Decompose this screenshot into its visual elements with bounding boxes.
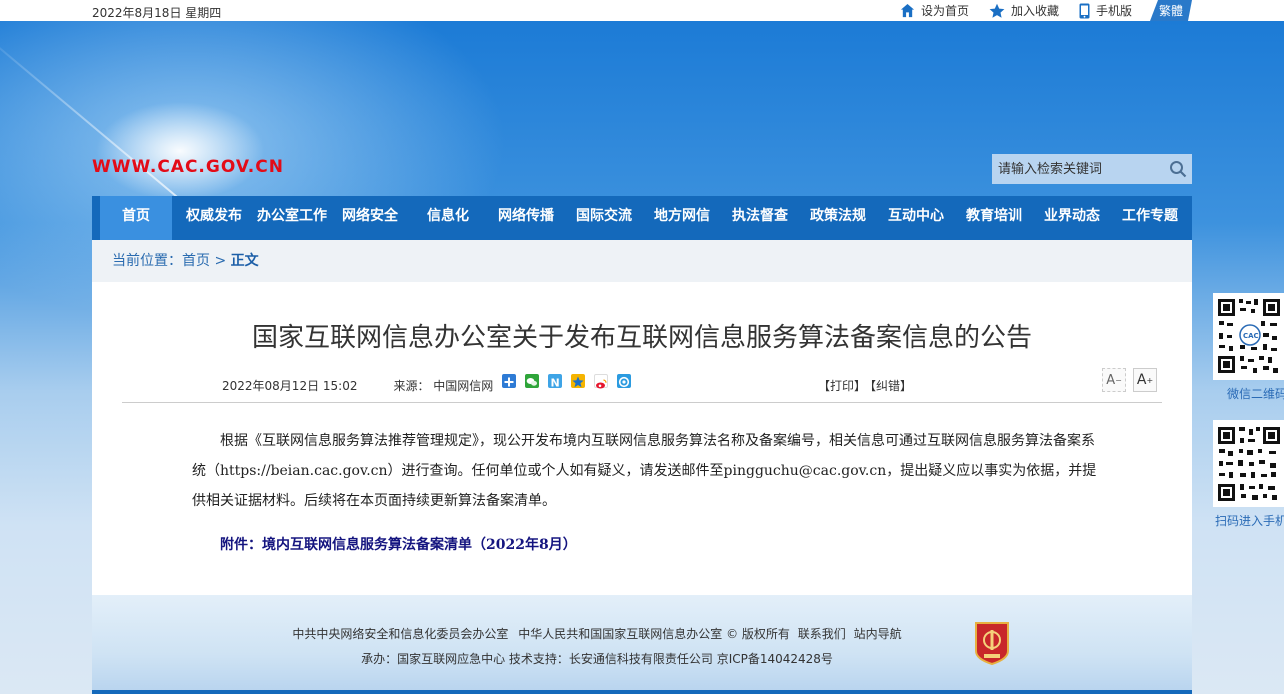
nav-local-cac[interactable]: 地方网信 [640,196,724,236]
breadcrumb-home-link[interactable]: 首页 [182,253,210,269]
svg-text:CAC: CAC [1243,332,1259,340]
renren-share-icon[interactable]: N [548,374,562,390]
top-links: 设为首页 加入收藏 手机版 繁體 [880,0,1192,21]
nav-home[interactable]: 首页 [100,196,172,244]
nav-law-enforcement[interactable]: 执法督查 [724,196,796,236]
article-meta: 2022年08月12日 15:02 来源： 中国网信网 [222,377,493,394]
nav-informatization[interactable]: 信息化 [412,196,484,236]
contact-us-link[interactable]: 联系我们 [798,627,846,641]
add-favorite-link[interactable]: 加入收藏 [989,2,1059,19]
nav-interaction-center[interactable]: 互动中心 [880,196,952,236]
mobile-version-label: 手机版 [1095,4,1132,18]
print-link[interactable]: 【打印】 [818,379,866,393]
attachment-link[interactable]: 附件：境内互联网信息服务算法备案清单（2022年8月） [220,534,577,554]
report-error-link[interactable]: 【纠错】 [870,379,912,393]
breadcrumb-current: 正文 [230,253,259,269]
search-input[interactable] [992,160,1165,178]
font-decrease-button[interactable]: A − [1102,368,1126,392]
nav-industry-news[interactable]: 业界动态 [1036,196,1108,236]
article-container: 当前位置：首页 > 正文 国家互联网信息办公室关于发布互联网信息服务算法备案信息… [92,240,1192,595]
breadcrumb-separator: > [210,253,231,269]
footer-org-2: 中华人民共和国国家互联网信息办公室 [518,627,723,641]
breadcrumb-prefix: 当前位置： [112,253,182,269]
main-nav: 首页 权威发布 办公室工作 网络安全 信息化 网络传播 国际交流 地方网信 执法… [92,196,1192,244]
search-button[interactable] [1169,160,1187,178]
wechat-share-icon[interactable] [525,374,539,388]
traditional-chinese-button[interactable]: 繁體 [1150,0,1192,21]
title-divider [122,402,1162,403]
nav-office-work[interactable]: 办公室工作 [256,196,328,236]
add-favorite-label: 加入收藏 [1010,4,1059,18]
nav-authority-release[interactable]: 权威发布 [172,196,256,236]
font-increase-button[interactable]: A + [1133,368,1157,392]
nav-international-exchange[interactable]: 国际交流 [568,196,640,236]
font-size-controls: A − A + [1102,368,1164,392]
site-map-link[interactable]: 站内导航 [854,627,902,641]
share-more-icon[interactable] [502,374,516,388]
mobile-qr-label: 扫码进入手机 [1215,514,1284,528]
pengyou-share-icon[interactable] [617,374,631,388]
article-actions: 【打印】 【纠错】 [818,377,916,394]
qzone-share-icon[interactable] [571,374,585,388]
top-strip: 2022年8月18日 星期四 设为首页 加入收藏 手机版 繁體 [0,0,1284,21]
nav-education-training[interactable]: 教育培训 [952,196,1036,236]
footer-line-1: 中共中央网络安全和信息化委员会办公室 中华人民共和国国家互联网信息办公室 © 版… [92,625,1102,642]
page-footer: 中共中央网络安全和信息化委员会办公室 中华人民共和国国家互联网信息办公室 © 版… [92,595,1192,694]
current-date: 2022年8月18日 星期四 [92,6,222,20]
share-buttons: N [502,374,640,390]
phone-icon [1079,3,1090,18]
article-source: 来源： 中国网信网 [393,379,494,393]
party-government-badge-icon[interactable] [974,621,1010,665]
nav-cybersecurity[interactable]: 网络安全 [328,196,412,236]
nav-network-communication[interactable]: 网络传播 [484,196,568,236]
weibo-share-icon[interactable] [594,374,608,389]
article-title: 国家互联网信息办公室关于发布互联网信息服务算法备案信息的公告 [251,323,1032,353]
article-paragraph: 根据《互联网信息服务算法推荐管理规定》，现公开发布境内互联网信息服务算法名称及备… [192,433,1097,509]
set-homepage-label: 设为首页 [920,4,969,18]
home-icon [900,3,915,18]
site-logo-url[interactable]: WWW.CAC.GOV.CN [92,157,284,177]
footer-line-2: 承办：国家互联网应急中心 技术支持：长安通信科技有限责任公司 京ICP备1404… [361,652,833,666]
mobile-qr-code [1213,420,1284,507]
footer-bottom-band [92,690,1192,694]
nav-work-topics[interactable]: 工作专题 [1108,196,1192,236]
svg-text:N: N [551,377,560,390]
footer-copyright: © 版权所有 [726,627,790,641]
nav-policy-regulations[interactable]: 政策法规 [796,196,880,236]
font-decrease-label: A [1106,372,1116,388]
wechat-qr-label: 微信二维码 [1227,387,1284,401]
set-homepage-link[interactable]: 设为首页 [900,2,969,19]
wechat-qr-code: CAC [1213,293,1284,380]
search-box [992,154,1192,184]
search-icon [1170,161,1187,178]
mobile-version-link[interactable]: 手机版 [1079,2,1132,19]
font-increase-label: A [1136,372,1147,388]
footer-org-1: 中共中央网络安全和信息化委员会办公室 [292,627,509,641]
publish-date: 2022年08月12日 15:02 [222,379,358,393]
star-icon [989,3,1005,18]
breadcrumb: 当前位置：首页 > 正文 [92,240,1192,282]
